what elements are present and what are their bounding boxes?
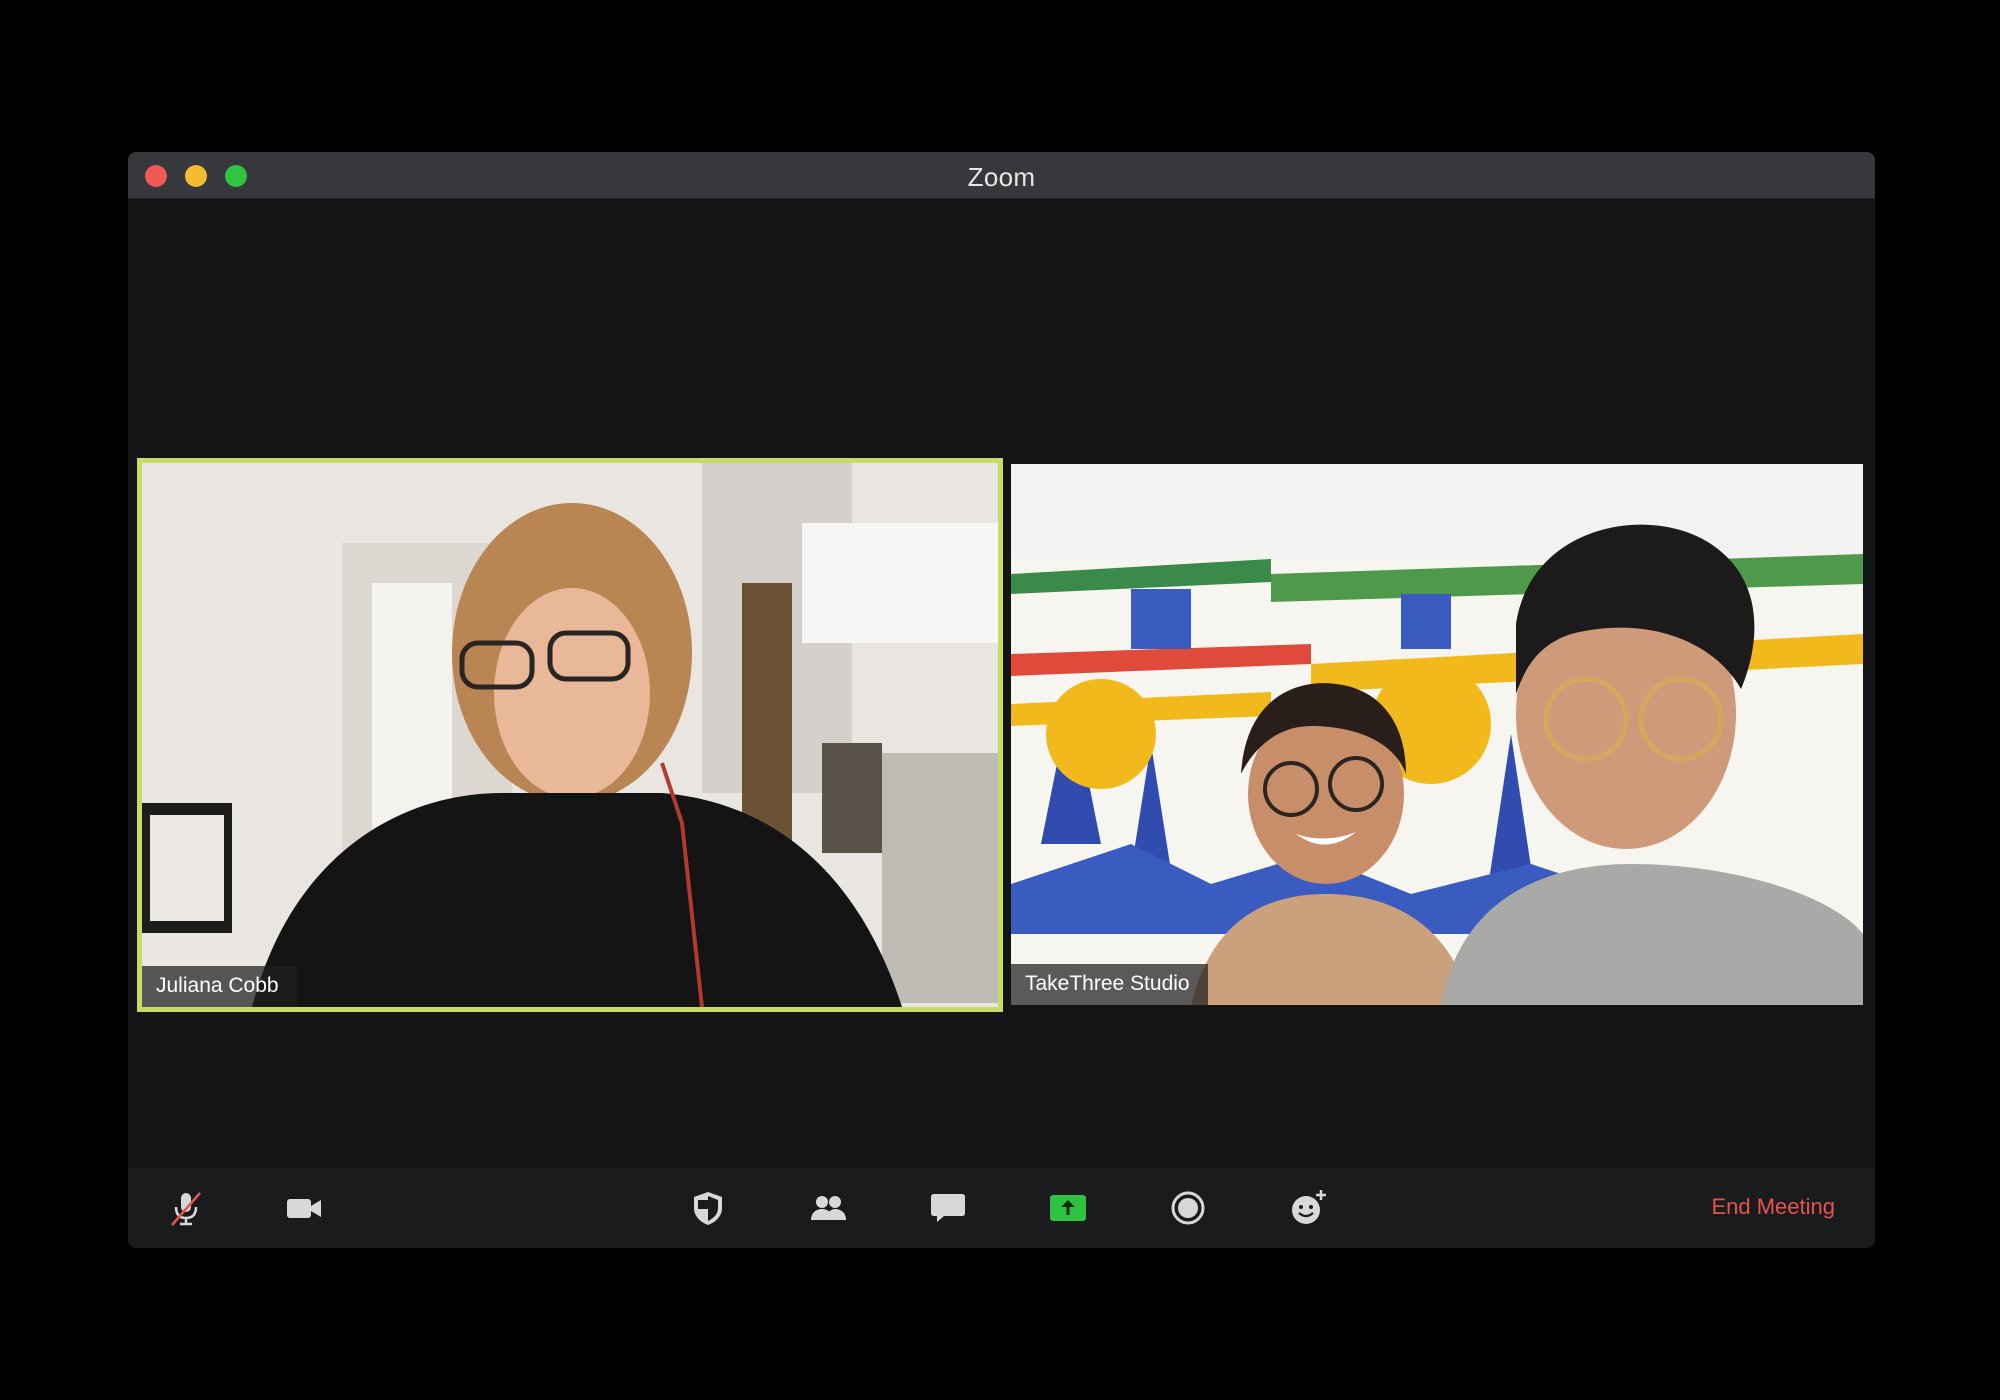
mute-button[interactable] bbox=[163, 1186, 209, 1230]
video-feed-takethree-studio bbox=[1011, 464, 1863, 1005]
video-camera-icon bbox=[287, 1199, 321, 1218]
participant-name-tag: Juliana Cobb bbox=[142, 966, 297, 1007]
participant-name-tag: TakeThree Studio bbox=[1011, 964, 1208, 1005]
chat-button[interactable] bbox=[925, 1186, 971, 1230]
reactions-icon bbox=[1292, 1190, 1326, 1224]
zoom-window: Zoom Juliana Cobb TakeThree Studio End M… bbox=[128, 152, 1875, 1248]
video-gallery: Juliana Cobb TakeThree Studio bbox=[128, 199, 1875, 1119]
participants-icon bbox=[811, 1196, 846, 1220]
security-shield-icon bbox=[694, 1192, 722, 1225]
video-tile-juliana-cobb[interactable]: Juliana Cobb bbox=[137, 458, 1003, 1012]
microphone-muted-icon bbox=[171, 1192, 201, 1226]
participants-button[interactable] bbox=[805, 1186, 851, 1230]
security-button[interactable] bbox=[685, 1186, 731, 1230]
chat-bubble-icon bbox=[931, 1194, 965, 1222]
meeting-toolbar: End Meeting bbox=[128, 1168, 1875, 1248]
record-icon bbox=[1171, 1191, 1205, 1225]
title-bar: Zoom bbox=[128, 152, 1875, 199]
reactions-button[interactable] bbox=[1285, 1186, 1331, 1230]
end-meeting-button[interactable]: End Meeting bbox=[1711, 1194, 1835, 1220]
record-button[interactable] bbox=[1165, 1186, 1211, 1230]
video-feed-juliana-cobb bbox=[142, 463, 998, 1007]
video-tile-takethree-studio[interactable]: TakeThree Studio bbox=[1011, 464, 1863, 1005]
window-title: Zoom bbox=[967, 162, 1036, 192]
share-screen-button[interactable] bbox=[1045, 1186, 1091, 1230]
share-screen-icon bbox=[1050, 1195, 1086, 1221]
video-button[interactable] bbox=[281, 1186, 327, 1230]
